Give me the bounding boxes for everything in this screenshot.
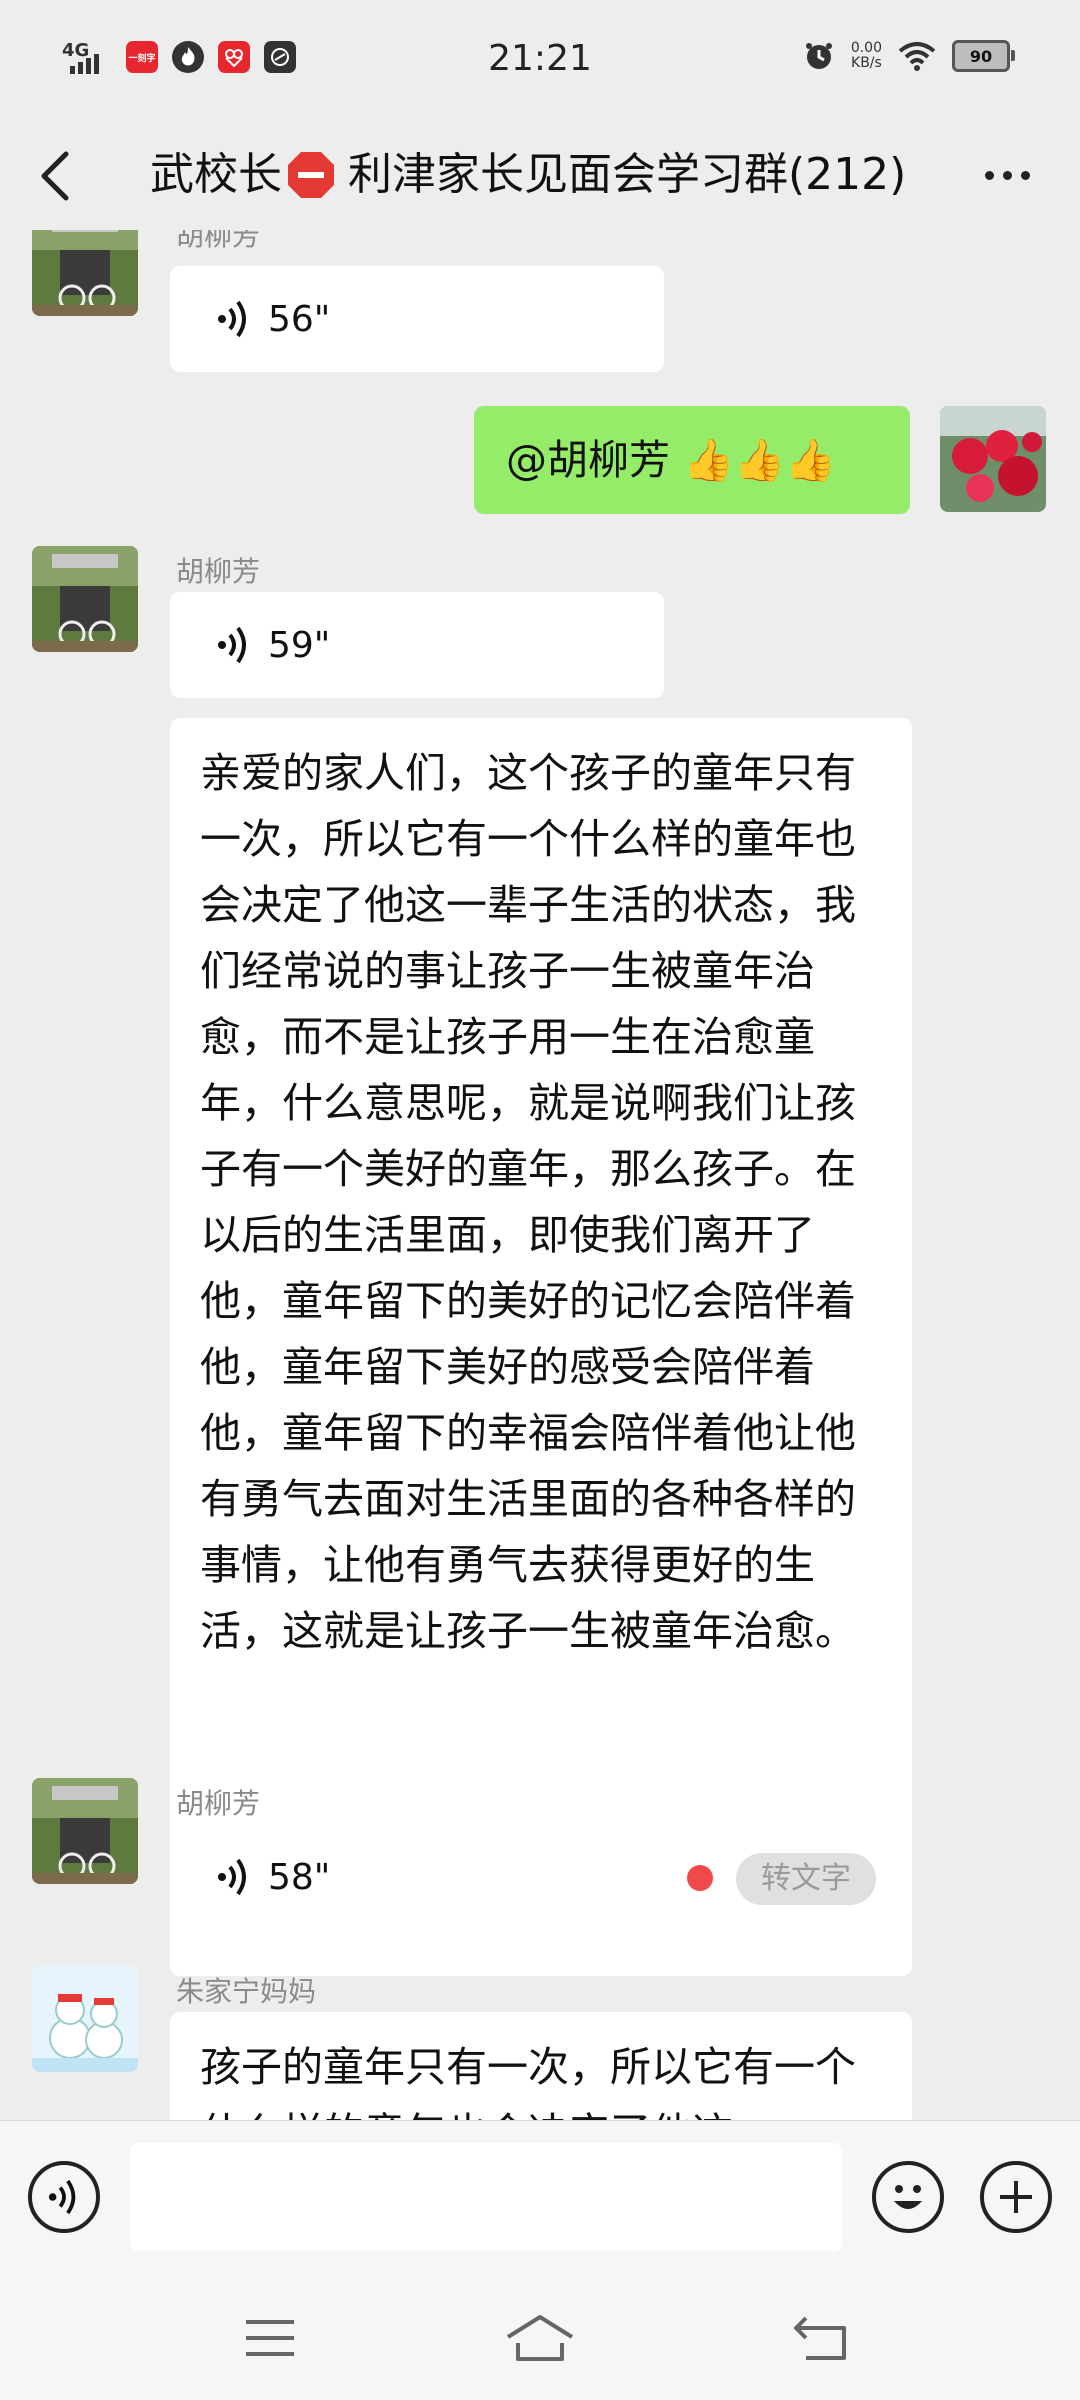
voice-message[interactable]: 58" (170, 1824, 664, 1930)
unread-dot (687, 1865, 713, 1891)
message-input[interactable] (130, 2143, 842, 2251)
avatar-photo-icon (32, 1778, 138, 1884)
text-message[interactable]: 亲爱的家人们，这个孩子的童年只有一次，所以它有一个什么样的童年也会决定了他这一辈… (170, 718, 912, 1976)
menu-icon (246, 2320, 294, 2356)
convert-to-text-button[interactable]: 转文字 (736, 1853, 876, 1905)
avatar-photo-icon (32, 230, 138, 316)
status-bar: 4G 一刻字 21:21 0.00 KB/s 90 (0, 0, 1080, 120)
message-text: @胡柳芳 👍👍👍 (506, 436, 837, 484)
net-speed: 0.00 KB/s (850, 40, 882, 71)
voice-icon (48, 2179, 76, 2215)
title-part-2: 利津家长见面会学习群(212) (348, 149, 907, 200)
sender-name: 朱家宁妈妈 (176, 1975, 317, 2008)
avatar-photo-icon (32, 546, 138, 652)
more-icon (984, 170, 1030, 180)
voice-icon (218, 1858, 246, 1896)
home-icon (506, 2315, 574, 2361)
stop-sign-icon (288, 152, 334, 198)
avatar[interactable] (32, 1966, 138, 2072)
voice-icon (218, 300, 246, 338)
text-message[interactable]: 孩子的童年只有一次，所以它有一个什么样的童年也会决定了他这 (170, 2012, 912, 2120)
voice-message[interactable]: 59" (170, 592, 664, 698)
message-list[interactable]: 胡柳芳 56" @胡柳芳 👍👍👍 胡柳芳 59" 亲爱的家人们，这个孩子的童年只… (0, 230, 1080, 2120)
voice-icon (218, 626, 246, 664)
system-nav-bar (0, 2280, 1080, 2400)
return-icon (794, 2316, 846, 2360)
snowman-avatar-icon (32, 1966, 138, 2072)
emoji-icon (894, 2185, 922, 2209)
self-text-message[interactable]: @胡柳芳 👍👍👍 (474, 406, 910, 514)
status-right: 0.00 KB/s 90 (803, 40, 1015, 72)
more-button[interactable] (972, 142, 1042, 208)
input-bar (0, 2120, 1080, 2281)
self-avatar[interactable] (940, 406, 1046, 512)
plus-icon (1000, 2181, 1032, 2213)
voice-message[interactable]: 56" (170, 266, 664, 372)
chat-title: 武校长 利津家长见面会学习群(212) (150, 142, 930, 208)
voice-input-button[interactable] (28, 2161, 100, 2233)
emoji-button[interactable] (872, 2161, 944, 2233)
message-text: 亲爱的家人们，这个孩子的童年只有一次，所以它有一个什么样的童年也会决定了他这一辈… (200, 749, 856, 1655)
voice-duration: 58" (268, 1856, 331, 1898)
more-functions-button[interactable] (980, 2161, 1052, 2233)
title-part-1: 武校长 (150, 149, 282, 200)
sender-name: 胡柳芳 (176, 230, 261, 252)
chat-header: 武校长 利津家长见面会学习群(212) (0, 120, 1080, 230)
back-arrow-icon (41, 151, 69, 201)
alarm-icon (805, 43, 832, 69)
wifi-icon (898, 42, 936, 71)
avatar[interactable] (32, 1778, 138, 1884)
home-button[interactable] (500, 2308, 580, 2368)
menu-button[interactable] (230, 2308, 310, 2368)
avatar[interactable] (32, 546, 138, 652)
voice-duration: 56" (268, 298, 331, 340)
message-text: 孩子的童年只有一次，所以它有一个什么样的童年也会决定了他这 (200, 2043, 856, 2120)
back-button[interactable] (28, 142, 88, 208)
back-nav-button[interactable] (782, 2308, 862, 2368)
voice-duration: 59" (268, 624, 331, 666)
roses-photo-icon (940, 406, 1046, 512)
sender-name: 胡柳芳 (176, 555, 261, 588)
sender-name: 胡柳芳 (176, 1787, 261, 1820)
avatar[interactable] (32, 230, 138, 316)
battery-indicator: 90 (952, 40, 1015, 72)
